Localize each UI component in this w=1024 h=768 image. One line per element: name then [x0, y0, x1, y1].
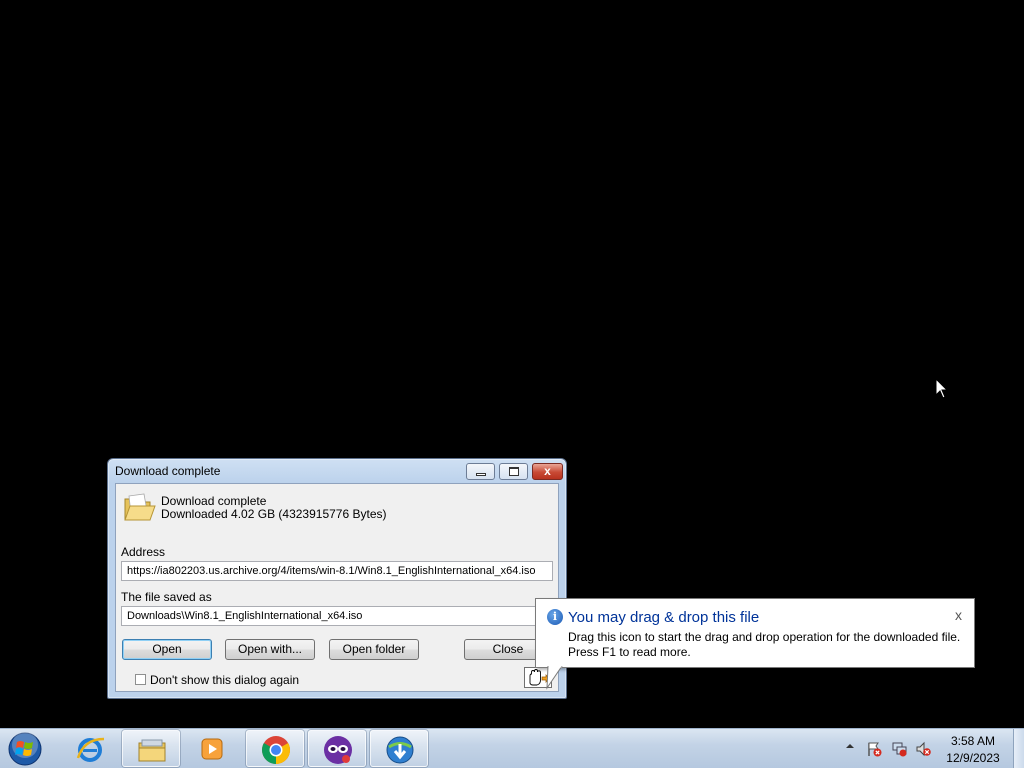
mouse-cursor-icon [935, 378, 949, 399]
start-button[interactable] [6, 731, 44, 767]
balloon-text-line2: Press F1 to read more. [568, 645, 691, 659]
minimize-button[interactable] [466, 463, 495, 480]
balloon-close-icon[interactable]: x [955, 607, 962, 623]
balloon-pointer [546, 666, 563, 690]
dialog-body: Download complete Downloaded 4.02 GB (43… [115, 483, 559, 692]
open-button[interactable]: Open [122, 639, 212, 660]
dialog-title: Download complete [115, 464, 221, 478]
dont-show-again-checkbox[interactable] [135, 674, 146, 685]
dialog-titlebar[interactable]: Download complete x [108, 459, 566, 483]
address-label: Address [121, 545, 166, 559]
action-center-flag-icon[interactable] [866, 741, 882, 757]
taskbar-explorer-button[interactable] [122, 730, 180, 767]
taskbar-ie-button[interactable] [61, 730, 119, 767]
show-desktop-button[interactable] [1013, 729, 1024, 768]
info-icon: i [547, 609, 563, 625]
volume-muted-icon[interactable] [915, 741, 931, 757]
taskbar-chrome-button[interactable] [246, 730, 304, 767]
open-folder-button[interactable]: Open folder [329, 639, 419, 660]
saved-as-label: The file saved as [121, 590, 212, 604]
folder-icon [138, 739, 166, 762]
download-complete-dialog: Download complete x Download complete Do… [107, 458, 567, 699]
media-player-icon [201, 738, 223, 760]
address-field[interactable]: https://ia802203.us.archive.org/4/items/… [121, 561, 553, 581]
chrome-icon [262, 736, 290, 764]
mask-icon [324, 736, 352, 764]
close-window-button[interactable]: x [532, 463, 563, 480]
balloon-title: You may drag & drop this file [568, 609, 760, 626]
saved-as-field[interactable]: Downloads\Win8.1_EnglishInternational_x6… [121, 606, 553, 626]
dont-show-again-label[interactable]: Don't show this dialog again [150, 673, 299, 687]
network-icon[interactable] [891, 741, 907, 757]
open-with-button[interactable]: Open with... [225, 639, 315, 660]
clock-date[interactable]: 12/9/2023 [940, 751, 1006, 765]
minimize-icon [476, 473, 486, 476]
idm-icon [386, 736, 414, 764]
status-title: Download complete [161, 494, 267, 508]
taskbar-media-player-button[interactable] [183, 730, 241, 767]
ie-icon [76, 737, 105, 762]
taskbar-download-manager-button[interactable] [370, 730, 428, 767]
maximize-icon [509, 467, 519, 476]
taskbar: 3:58 AM 12/9/2023 [0, 728, 1024, 768]
taskbar-mask-app-button[interactable] [308, 730, 366, 767]
download-size-text: Downloaded 4.02 GB (4323915776 Bytes) [161, 507, 387, 521]
open-folder-icon [124, 493, 156, 521]
clock-time[interactable]: 3:58 AM [940, 734, 1006, 748]
balloon-text-line1: Drag this icon to start the drag and dro… [568, 630, 961, 644]
show-hidden-icons-icon[interactable] [845, 741, 855, 751]
close-icon: x [544, 464, 551, 478]
drag-drop-balloon-tip: i You may drag & drop this file x Drag t… [535, 598, 975, 668]
maximize-button[interactable] [499, 463, 528, 480]
